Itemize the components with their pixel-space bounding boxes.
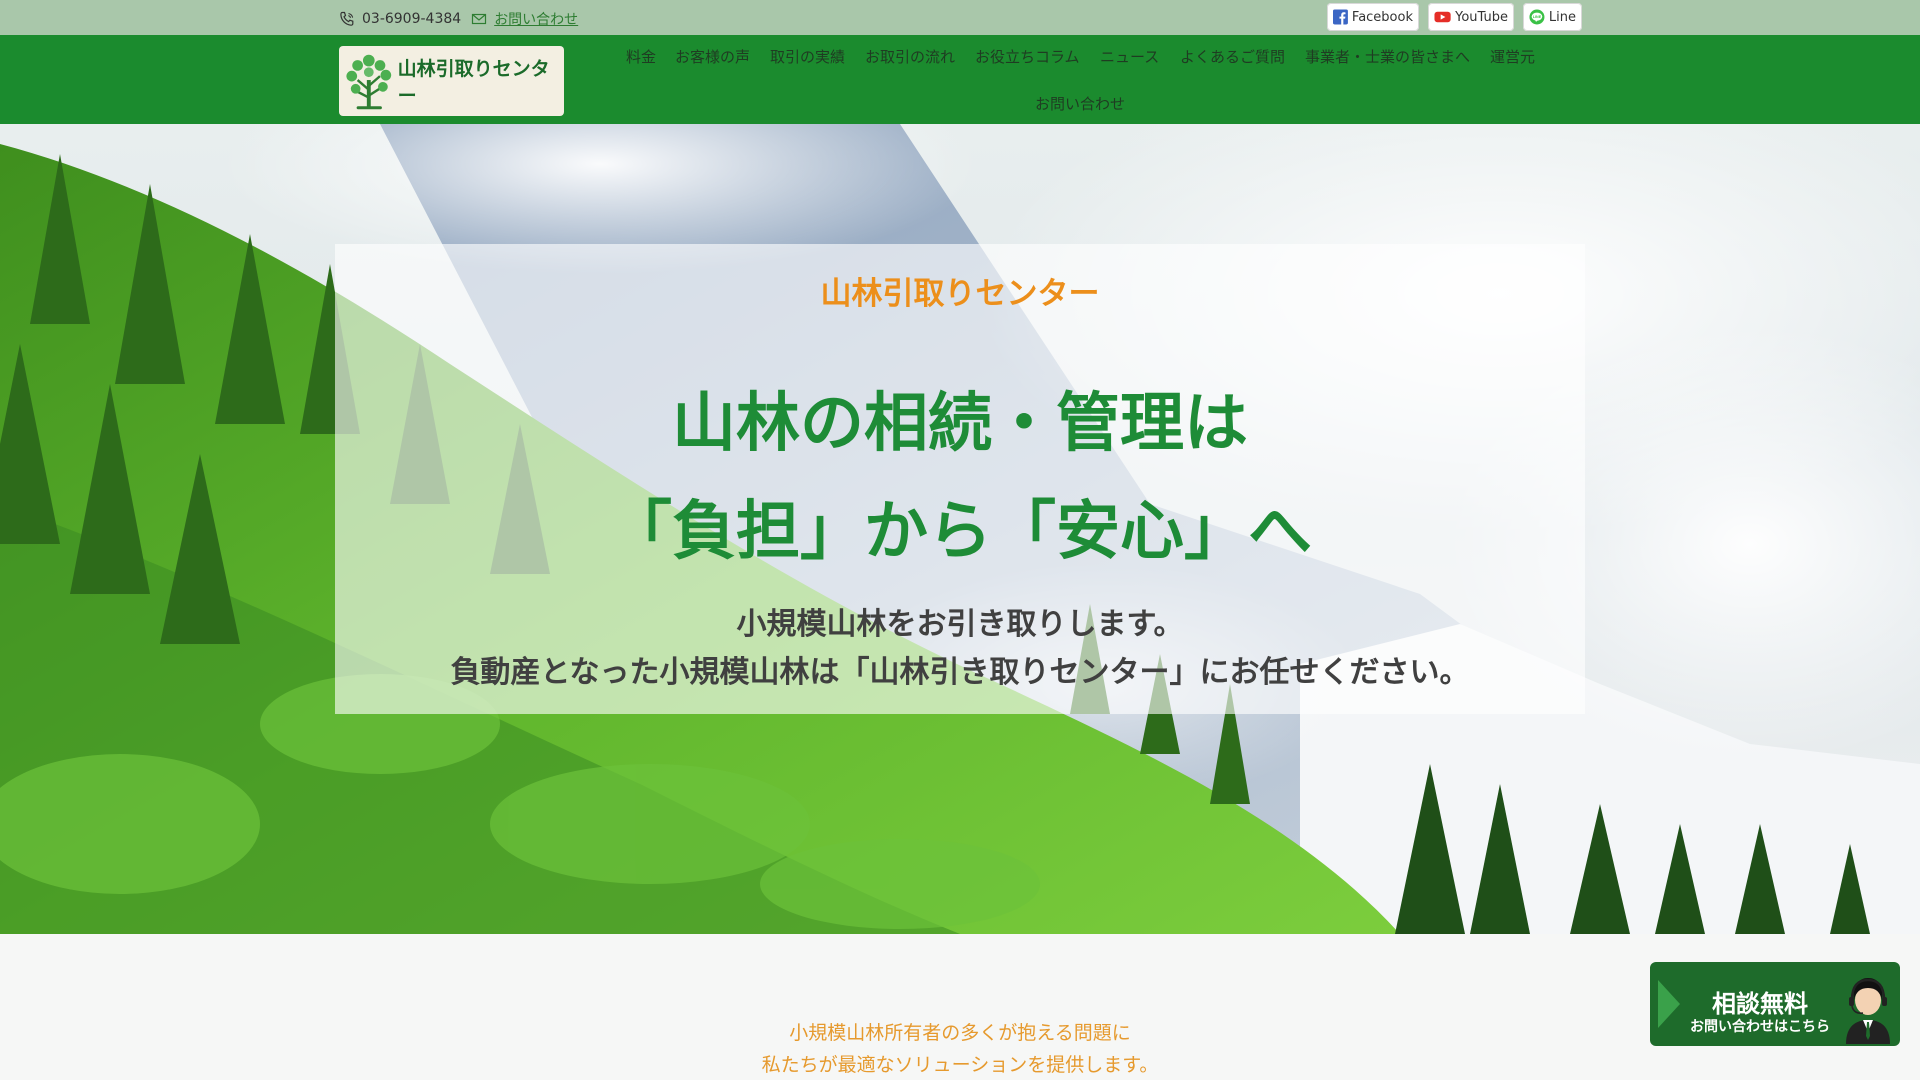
nav-item-pricing[interactable]: 料金 xyxy=(626,46,656,67)
tree-logo-icon xyxy=(346,54,392,110)
svg-text:LINE: LINE xyxy=(1533,15,1542,19)
phone-number[interactable]: 03-6909-4384 xyxy=(362,11,461,27)
nav-item-operator[interactable]: 運営元 xyxy=(1490,46,1535,67)
nav-item-testimonials[interactable]: お客様の声 xyxy=(675,46,750,67)
nav-item-process[interactable]: お取引の流れ xyxy=(865,46,955,67)
facebook-label: Facebook xyxy=(1351,9,1413,25)
consultation-title: 相談無料 xyxy=(1712,990,1808,1018)
top-utility-bar: 03-6909-4384 お問い合わせ Facebook YouTube LIN… xyxy=(0,0,1920,35)
operator-headset-icon xyxy=(1846,978,1890,1044)
youtube-icon xyxy=(1434,11,1451,23)
nav-item-contact[interactable]: お問い合わせ xyxy=(1035,93,1125,114)
hero-title-line1: 山林の相続・管理は xyxy=(672,387,1248,461)
site-logo[interactable]: 山林引取りセンター xyxy=(339,46,564,116)
facebook-icon xyxy=(1333,9,1348,25)
nav-item-faq[interactable]: よくあるご質問 xyxy=(1180,46,1285,67)
nav-item-news[interactable]: ニュース xyxy=(1100,46,1159,67)
hero-message-panel: 山林引取りセンター 山林の相続・管理は 「負担」から「安心」へ 小規模山林をお引… xyxy=(335,244,1585,714)
youtube-label: YouTube xyxy=(1455,9,1508,25)
hero-description-line2: 負動産となった小規模山林は「山林引き取りセンター」にお任せください。 xyxy=(450,655,1470,690)
line-icon: LINE xyxy=(1529,9,1545,25)
youtube-button[interactable]: YouTube xyxy=(1428,3,1514,31)
contact-info: 03-6909-4384 お問い合わせ xyxy=(339,9,578,29)
intro-text-line1: 小規模山林所有者の多くが抱える問題に xyxy=(789,1022,1131,1044)
hero-title-line2: 「負担」から「安心」へ xyxy=(608,495,1312,569)
consultation-subtitle: お問い合わせはこちら xyxy=(1690,1019,1830,1035)
main-header: 山林引取りセンター 料金 お客様の声 取引の実績 お取引の流れ お役立ちコラム … xyxy=(0,35,1920,124)
phone-icon xyxy=(340,11,354,26)
contact-link[interactable]: お問い合わせ xyxy=(494,9,578,29)
nav-item-track-record[interactable]: 取引の実績 xyxy=(770,46,845,67)
line-button[interactable]: LINE Line xyxy=(1523,3,1582,31)
facebook-button[interactable]: Facebook xyxy=(1327,3,1419,31)
hero-description-line1: 小規模山林をお引き取りします。 xyxy=(736,607,1184,642)
nav-item-columns[interactable]: お役立ちコラム xyxy=(975,46,1080,67)
mail-icon xyxy=(472,13,487,25)
nav-item-for-businesses[interactable]: 事業者・士業の皆さまへ xyxy=(1305,46,1470,67)
line-label: Line xyxy=(1548,9,1576,25)
hero-subtitle: 山林引取りセンター xyxy=(820,276,1100,312)
free-consultation-banner[interactable]: 相談無料 お問い合わせはこちら xyxy=(1650,962,1900,1046)
hero-section: 山林引取りセンター 山林の相続・管理は 「負担」から「安心」へ 小規模山林をお引… xyxy=(0,124,1920,934)
logo-text: 山林引取りセンター xyxy=(397,58,550,107)
intro-text-line2: 私たちが最適なソリューションを提供します。 xyxy=(761,1054,1159,1076)
